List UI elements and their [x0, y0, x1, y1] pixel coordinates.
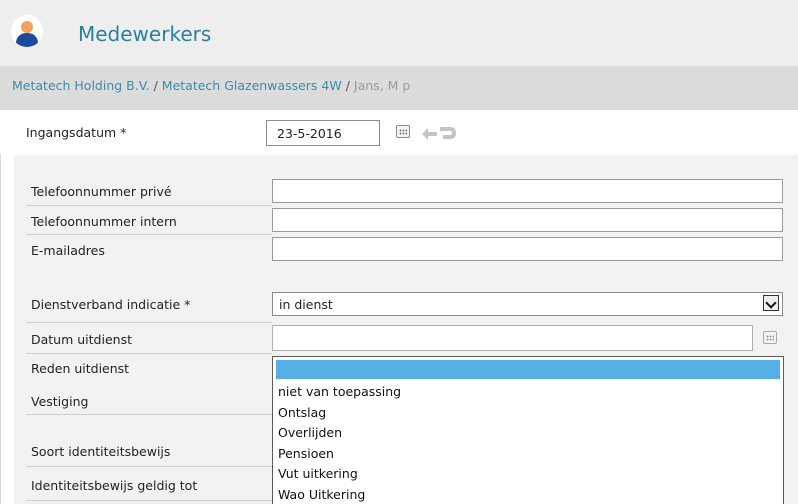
datum-uitdienst-label: Datum uitdienst: [31, 332, 132, 347]
divider: [26, 353, 272, 354]
dienstverband-label: Dienstverband indicatie *: [31, 297, 191, 312]
page-header: Medewerkers: [0, 0, 798, 67]
divider: [26, 234, 272, 235]
telefoon-intern-label: Telefoonnummer intern: [31, 214, 177, 229]
dienstverband-select[interactable]: in dienst: [272, 292, 783, 316]
divider: [26, 500, 272, 501]
divider: [26, 466, 272, 467]
datum-uitdienst-input[interactable]: [272, 325, 753, 351]
user-avatar-icon: [11, 15, 43, 47]
telefoon-prive-input[interactable]: [272, 179, 783, 203]
dropdown-option[interactable]: Pensioen: [278, 446, 334, 461]
breadcrumb-separator: /: [149, 78, 162, 93]
ingangsdatum-input[interactable]: 23-5-2016: [266, 120, 380, 146]
id-geldig-tot-label: Identiteitsbewijs geldig tot: [31, 478, 198, 493]
soort-id-label: Soort identiteitsbewijs: [31, 444, 171, 459]
reden-uitdienst-label: Reden uitdienst: [31, 361, 130, 376]
dropdown-option[interactable]: Overlijden: [278, 425, 342, 440]
dropdown-option[interactable]: Wao Uitkering: [278, 487, 365, 502]
divider: [26, 414, 272, 415]
divider: [26, 322, 272, 323]
breadcrumb-current: Jans, M p: [353, 78, 411, 93]
dropdown-option-selected[interactable]: [276, 360, 780, 379]
telefoon-intern-input[interactable]: [272, 208, 783, 232]
email-label: E-mailadres: [31, 243, 105, 258]
dropdown-option[interactable]: Ontslag: [278, 405, 326, 420]
undo-redo-icon[interactable]: [419, 124, 459, 140]
calendar-icon[interactable]: [396, 125, 410, 138]
breadcrumb-separator: /: [341, 78, 354, 93]
breadcrumb-item-company[interactable]: Metatech Glazenwassers 4W: [162, 78, 342, 93]
page-title: Medewerkers: [78, 22, 212, 46]
vestiging-label: Vestiging: [31, 394, 89, 409]
dropdown-option[interactable]: Vut uitkering: [278, 466, 358, 481]
divider: [26, 205, 272, 206]
dropdown-option[interactable]: niet van toepassing: [278, 384, 401, 399]
email-input[interactable]: [272, 237, 783, 261]
calendar-icon[interactable]: [763, 331, 777, 344]
ingangsdatum-label: Ingangsdatum *: [26, 125, 127, 140]
dienstverband-value: in dienst: [279, 297, 333, 312]
breadcrumb: Metatech Holding B.V. / Metatech Glazenw…: [12, 78, 410, 93]
reden-uitdienst-dropdown[interactable]: niet van toepassing Ontslag Overlijden P…: [272, 356, 784, 504]
chevron-down-icon[interactable]: [763, 295, 779, 311]
breadcrumb-item-holding[interactable]: Metatech Holding B.V.: [12, 78, 150, 93]
telefoon-prive-label: Telefoonnummer privé: [31, 184, 172, 199]
